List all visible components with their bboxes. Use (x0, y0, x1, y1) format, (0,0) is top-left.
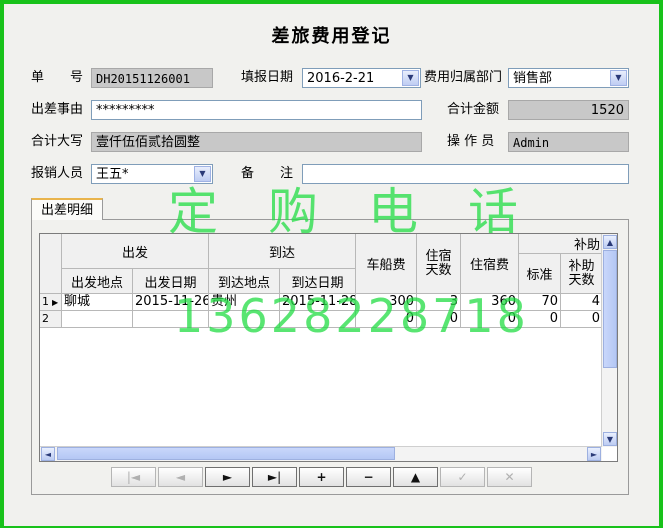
cell-allow-days[interactable]: 0 (561, 311, 603, 328)
chevron-down-icon[interactable]: ▼ (610, 70, 627, 86)
vertical-scrollbar[interactable]: ▲ ▼ (601, 234, 617, 447)
chevron-down-icon[interactable]: ▼ (194, 166, 211, 182)
col-arrive-date: 到达日期 (280, 269, 356, 294)
claimant-select[interactable]: 王五* ▼ (91, 164, 213, 184)
row-header[interactable]: 2 (40, 311, 62, 328)
cell-lodging[interactable]: 0 (461, 311, 519, 328)
vertical-scroll-thumb[interactable] (603, 250, 617, 368)
col-std: 标准 (519, 254, 561, 294)
scroll-left-icon[interactable]: ◄ (41, 447, 55, 461)
nav-post-button[interactable]: ✓ (440, 467, 485, 487)
col-group-depart: 出发 (62, 234, 209, 269)
operator-label: 操 作 员 (447, 134, 495, 149)
remark-label: 备 注 (241, 166, 294, 181)
cell-std[interactable]: 0 (519, 311, 561, 328)
claimant-value: 王五* (96, 167, 129, 182)
doc-no-field: DH20151126001 (91, 68, 213, 88)
fill-date-label: 填报日期 (241, 70, 294, 85)
total-label: 合计金额 (447, 102, 500, 117)
cell-arrive-date[interactable]: 2015-11-28 (280, 294, 356, 311)
col-group-arrive: 到达 (209, 234, 356, 269)
cell-arrive-date[interactable] (280, 311, 356, 328)
col-depart-place: 出发地点 (62, 269, 133, 294)
remark-input[interactable] (302, 164, 629, 184)
col-lodging: 住宿费 (461, 234, 519, 294)
cell-fare[interactable]: 300 (356, 294, 417, 311)
operator-field: Admin (508, 132, 629, 152)
col-fare: 车船费 (356, 234, 417, 294)
nav-cancel-button[interactable]: ✕ (487, 467, 532, 487)
row-pointer-icon: ▶ (52, 298, 59, 307)
col-stay-days: 住宿天数 (417, 234, 461, 294)
horizontal-scrollbar[interactable]: ◄ ► (40, 446, 602, 461)
nav-edit-button[interactable]: ▲ (393, 467, 438, 487)
scroll-up-icon[interactable]: ▲ (603, 235, 617, 249)
col-allow-days: 补助天数 (561, 254, 603, 294)
cell-arrive-place[interactable] (209, 311, 280, 328)
row-header[interactable]: 1 ▶ (40, 294, 62, 311)
scroll-down-icon[interactable]: ▼ (603, 432, 617, 446)
page-title: 差旅费用登记 (271, 26, 392, 47)
horizontal-scroll-thumb[interactable] (57, 447, 395, 460)
col-arrive-place: 到达地点 (209, 269, 280, 294)
total-upper-field: 壹仟伍佰贰拾圆整 (91, 132, 422, 152)
cell-fare[interactable]: 0 (356, 311, 417, 328)
dept-select[interactable]: 销售部 ▼ (508, 68, 629, 88)
nav-first-button[interactable]: |◄ (111, 467, 156, 487)
total-field: 1520 (508, 100, 629, 120)
total-upper-label: 合计大写 (31, 134, 84, 149)
cell-allow-days[interactable]: 4 (561, 294, 603, 311)
cell-depart-date[interactable]: 2015-11-26 (133, 294, 209, 311)
cell-depart-place[interactable] (62, 311, 133, 328)
reason-input[interactable]: ********* (91, 100, 422, 120)
dept-label: 费用归属部门 (424, 70, 503, 85)
cell-std[interactable]: 70 (519, 294, 561, 311)
reason-label: 出差事由 (31, 102, 84, 117)
nav-last-button[interactable]: ►| (252, 467, 297, 487)
cell-stay-days[interactable]: 3 (417, 294, 461, 311)
detail-grid[interactable]: 出发 到达 车船费 住宿天数 住宿费 补助 出发地点 出发日期 到达地点 到达日… (39, 233, 618, 462)
doc-no-label: 单 号 (31, 70, 84, 85)
nav-next-button[interactable]: ► (205, 467, 250, 487)
cell-arrive-place[interactable]: 贵州 (209, 294, 280, 311)
fill-date-value: 2016-2-21 (307, 71, 375, 86)
dept-value: 销售部 (513, 71, 553, 86)
col-group-allowance: 补助 (519, 234, 603, 254)
claimant-label: 报销人员 (31, 166, 84, 181)
fill-date-field[interactable]: 2016-2-21 ▼ (302, 68, 421, 88)
col-depart-date: 出发日期 (133, 269, 209, 294)
scroll-right-icon[interactable]: ► (587, 447, 601, 461)
chevron-down-icon[interactable]: ▼ (402, 70, 419, 86)
cell-lodging[interactable]: 360 (461, 294, 519, 311)
nav-insert-button[interactable]: + (299, 467, 344, 487)
nav-prior-button[interactable]: ◄ (158, 467, 203, 487)
grid-corner (40, 234, 62, 294)
tab-travel-details[interactable]: 出差明细 (31, 198, 103, 220)
nav-delete-button[interactable]: − (346, 467, 391, 487)
cell-depart-place[interactable]: 聊城 (62, 294, 133, 311)
cell-stay-days[interactable]: 0 (417, 311, 461, 328)
cell-depart-date[interactable] (133, 311, 209, 328)
